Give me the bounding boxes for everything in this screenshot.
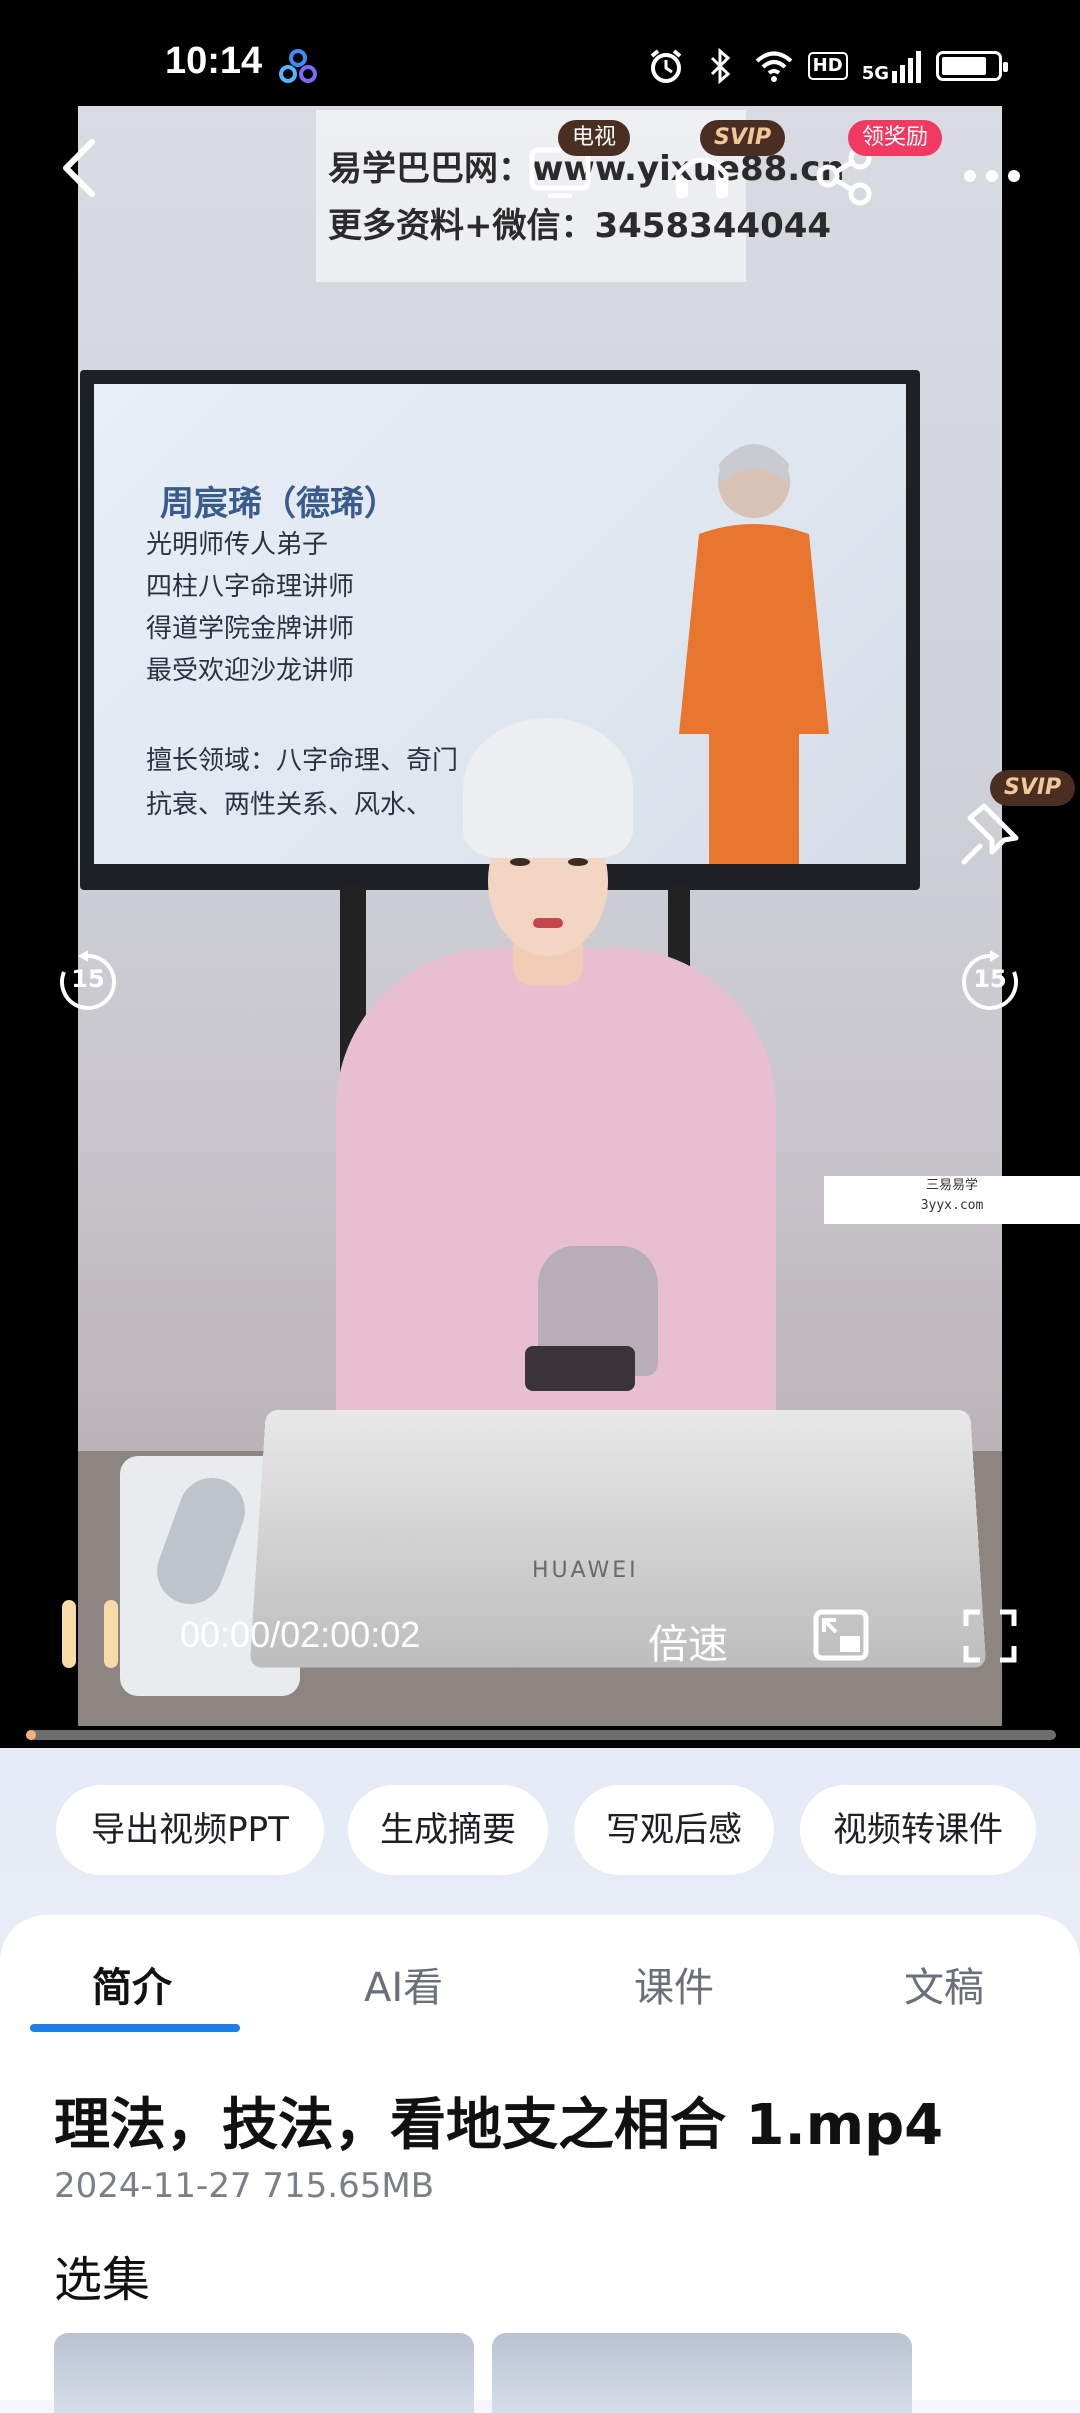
slide-title: 周宸琋（德琋）	[160, 476, 398, 525]
time-separator: /	[270, 1614, 280, 1655]
presenter-eye	[568, 858, 588, 866]
pause-bar-icon	[104, 1600, 118, 1668]
back-arrow-icon[interactable]	[56, 136, 106, 200]
pause-bar-icon	[62, 1600, 76, 1668]
tab-intro[interactable]: 简介	[92, 1955, 172, 2013]
file-date: 2024-11-27	[54, 2166, 252, 2206]
presenter-eye	[510, 858, 530, 866]
hd-icon: HD	[808, 52, 848, 80]
video-frame[interactable]: 易学巴巴网：www.yixue88.cn 更多资料+微信：3458344044 …	[78, 106, 1002, 1726]
5g-signal-icon: 5G	[862, 49, 922, 83]
side-watermark-line-1: 三易易学	[824, 1176, 1080, 1196]
export-ppt-chip[interactable]: 导出视频PPT	[56, 1785, 324, 1875]
svip-pin-badge: SVIP	[990, 770, 1075, 806]
file-meta: 2024-11-27 715.65MB	[54, 2166, 434, 2206]
pin-icon[interactable]	[958, 800, 1022, 868]
presenter-hair	[463, 718, 633, 858]
picture-in-picture-icon[interactable]	[812, 1608, 870, 1662]
slide-line: 擅长领域：八字命理、奇门	[146, 740, 458, 777]
network-type: 5G	[862, 65, 889, 83]
video-to-courseware-chip[interactable]: 视频转课件	[800, 1785, 1036, 1875]
generate-summary-chip[interactable]: 生成摘要	[348, 1785, 548, 1875]
forward-15-button[interactable]: 15	[958, 950, 1022, 1014]
tab-courseware[interactable]: 课件	[634, 1955, 714, 2013]
more-options-icon[interactable]	[962, 166, 1022, 186]
pause-button[interactable]	[62, 1600, 118, 1668]
reward-badge[interactable]: 领奖励	[848, 120, 942, 156]
slide-line: 四柱八字命理讲师	[146, 566, 354, 603]
progress-fill	[26, 1730, 36, 1740]
status-bar: 10:14 HD 5G	[0, 0, 1080, 100]
alarm-icon	[646, 46, 686, 86]
battery-icon	[936, 51, 1002, 81]
progress-bar[interactable]	[26, 1730, 1056, 1740]
side-watermark: 三易易学 3yyx.com	[824, 1176, 1080, 1224]
write-review-chip[interactable]: 写观后感	[574, 1785, 774, 1875]
tab-transcript[interactable]: 文稿	[904, 1955, 984, 2013]
phone-in-hand	[525, 1346, 635, 1391]
tab-ai-watch[interactable]: AI看	[364, 1955, 443, 2013]
svip-badge: SVIP	[700, 120, 785, 156]
active-tab-indicator	[30, 2024, 240, 2032]
fullscreen-icon[interactable]	[962, 1608, 1018, 1664]
presenter-lips	[533, 918, 563, 928]
file-size: 715.65MB	[262, 2166, 434, 2206]
system-icons: HD 5G	[646, 46, 1002, 86]
ai-action-chips: 导出视频PPT 生成摘要 写观后感 视频转课件	[0, 1785, 1080, 1875]
rewind-15-button[interactable]: 15	[56, 950, 120, 1014]
slide-portrait	[659, 434, 849, 864]
playback-time: 00:00/02:00:02	[180, 1614, 420, 1656]
total-time: 02:00:02	[280, 1614, 420, 1655]
file-title: 理法，技法，看地支之相合 1.mp4	[54, 2080, 1080, 2161]
app-logo-icon	[278, 48, 318, 84]
watermark-line-2: 更多资料+微信：3458344044	[328, 198, 831, 247]
current-time: 00:00	[180, 1614, 270, 1655]
episodes-title: 选集	[54, 2240, 150, 2310]
slide-line: 光明师传人弟子	[146, 524, 328, 561]
status-time: 10:14	[165, 40, 262, 83]
slide-line: 最受欢迎沙龙讲师	[146, 650, 354, 687]
episode-thumbnail[interactable]	[492, 2333, 912, 2413]
laptop-brand: HUAWEI	[532, 1558, 639, 1583]
slide-line: 得道学院金牌讲师	[146, 608, 354, 645]
playback-speed-button[interactable]: 倍速	[648, 1612, 728, 1670]
forward-seconds: 15	[958, 965, 1022, 993]
tv-badge: 电视	[558, 120, 630, 156]
slide-line: 抗衰、两性关系、风水、	[146, 784, 432, 821]
rewind-seconds: 15	[56, 965, 120, 993]
episode-thumbnail[interactable]	[54, 2333, 474, 2413]
bluetooth-icon	[700, 46, 740, 86]
wifi-icon	[754, 46, 794, 86]
side-watermark-line-2: 3yyx.com	[824, 1196, 1080, 1216]
